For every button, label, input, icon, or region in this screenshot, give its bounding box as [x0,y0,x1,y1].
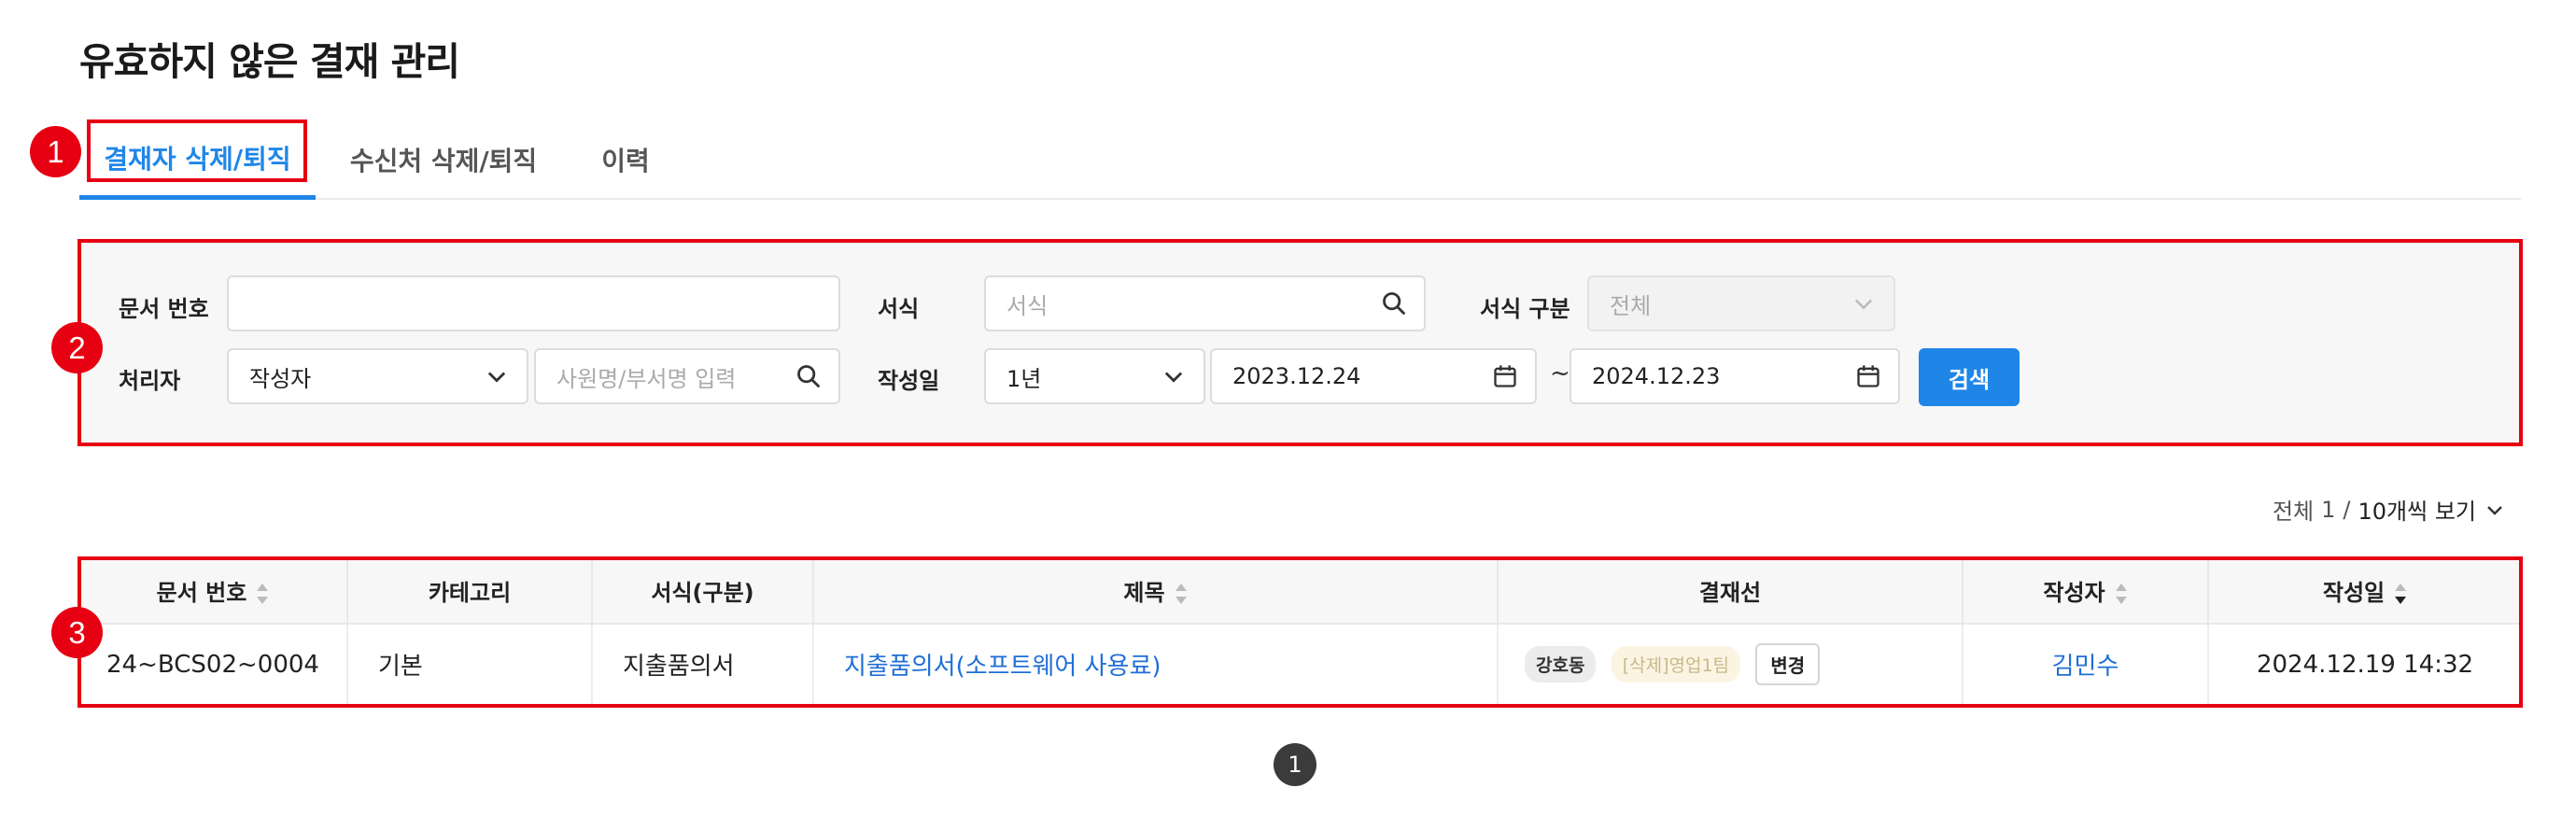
total-count: 1 [2321,496,2336,523]
search-panel-highlight-box [77,239,2523,446]
total-label: 전체 [2272,499,2315,525]
callout-badge-2: 2 [51,322,103,373]
callout-badge-3: 3 [51,607,103,658]
chevron-down-icon [2487,505,2502,515]
page-size-separator: / [2343,496,2351,523]
table-highlight-box [77,556,2523,708]
page-title: 유효하지 않은 결재 관리 [79,39,460,84]
tab-bar: 결재자 삭제/퇴직 수신처 삭제/퇴직 이력 [79,120,2521,200]
per-page-label: 10개씩 보기 [2358,499,2477,525]
pagination-page-1[interactable]: 1 [1274,743,1316,786]
callout-badge-1: 1 [30,126,81,177]
tab-recipient-deleted[interactable]: 수신처 삭제/퇴직 [331,120,556,200]
page-size-selector[interactable]: 전체 1 / 10개씩 보기 [2273,493,2506,526]
tab-history[interactable]: 이력 [579,120,672,200]
tab-highlight-box [87,120,307,182]
